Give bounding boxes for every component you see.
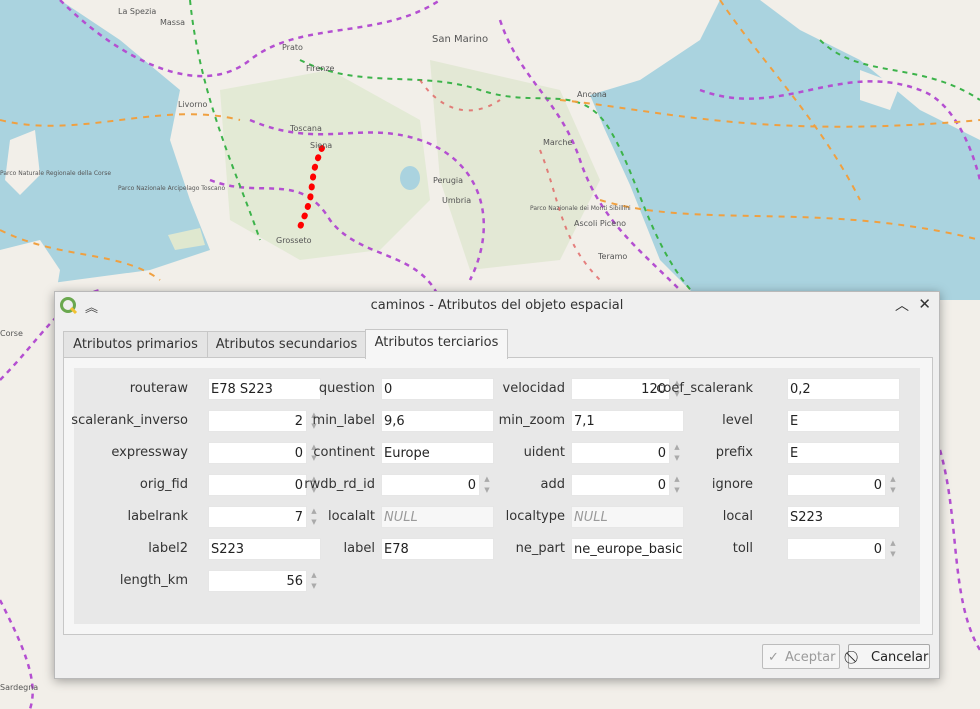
map-label: Ancona — [577, 90, 607, 99]
label-label2: label2 — [148, 541, 188, 556]
label-continent: continent — [313, 445, 375, 460]
map-label: Teramo — [597, 252, 627, 261]
label-rwdb-rd-id: rwdb_rd_id — [304, 477, 375, 492]
map-label: Perugia — [433, 176, 463, 185]
map-label: Siena — [310, 141, 332, 150]
field-local[interactable]: S223 — [787, 506, 900, 528]
label-label: label — [343, 541, 375, 556]
map-label: Corse — [0, 329, 23, 338]
map-label: Toscana — [289, 124, 322, 133]
map-label: Massa — [160, 18, 185, 27]
label-coef-scalerank: coef_scalerank — [656, 381, 753, 396]
cancel-button[interactable]: ⃠ Cancelar — [848, 644, 930, 669]
spin-arrows-icon[interactable]: ▲ ▼ — [888, 474, 898, 496]
map-label: Umbria — [442, 196, 471, 205]
label-uident: uident — [523, 445, 565, 460]
cancel-label: Cancelar — [871, 650, 929, 665]
feature-attributes-dialog: ︽ caminos - Atributos del objeto espacia… — [54, 291, 940, 679]
map-label: Parco Nazionale dei Monti Sibillini — [530, 205, 631, 212]
map-label: Marche — [543, 138, 572, 147]
map-label: Grosseto — [276, 236, 312, 245]
shade-window-icon[interactable]: ︿ — [895, 295, 909, 315]
map-label: Sardegna — [0, 683, 38, 692]
label-localtype: localtype — [505, 509, 565, 524]
map-label: San Marino — [432, 34, 488, 45]
label-scalerank-inverso: scalerank_inverso — [71, 413, 188, 428]
ok-label: Aceptar — [785, 650, 836, 665]
tab-atributos-secundarios[interactable]: Atributos secundarios — [207, 331, 366, 358]
field-coef-scalerank[interactable]: 0,2 — [787, 378, 900, 400]
map-label: Parco Nazionale Arcipelago Toscano — [118, 185, 225, 192]
map-label: La Spezia — [118, 7, 156, 16]
label-localalt: localalt — [328, 509, 375, 524]
label-question: question — [318, 381, 375, 396]
map-label: Firenze — [306, 64, 335, 73]
label-expressway: expressway — [111, 445, 188, 460]
spinbox-toll[interactable]: 0 — [787, 538, 886, 560]
label-prefix: prefix — [715, 445, 753, 460]
label-labelrank: labelrank — [127, 509, 188, 524]
label-toll: toll — [732, 541, 753, 556]
label-routeraw: routeraw — [129, 381, 188, 396]
attribute-form: routeraw E78 S223 question 0 velocidad 120 ▲ ▼ c… — [71, 368, 920, 624]
label-local: local — [722, 509, 753, 524]
spinbox-length-km[interactable]: 56 — [208, 570, 307, 592]
checkmark-icon: ✓ — [768, 650, 779, 665]
spin-arrows-icon[interactable]: ▲ ▼ — [888, 538, 898, 560]
field-prefix[interactable]: E — [787, 442, 900, 464]
label-ne-part: ne_part — [515, 541, 565, 556]
label-length-km: length_km — [119, 573, 188, 588]
map-label: Livorno — [178, 100, 208, 109]
label-level: level — [722, 413, 753, 428]
tab-atributos-primarios[interactable]: Atributos primarios — [63, 331, 208, 358]
spinbox-ignore[interactable]: 0 — [787, 474, 886, 496]
map-label: Parco Naturale Regionale della Corse — [0, 170, 111, 177]
label-orig-fid: orig_fid — [139, 477, 188, 492]
spin-arrows-icon[interactable]: ▲ ▼ — [309, 570, 319, 592]
map-label: Ascoli Piceno — [574, 219, 626, 228]
ok-button[interactable]: ✓ Aceptar — [762, 644, 840, 669]
title-bar[interactable]: ︽ caminos - Atributos del objeto espacia… — [55, 292, 939, 320]
label-min-label: min_label — [312, 413, 375, 428]
label-add: add — [540, 477, 565, 492]
window-title: caminos - Atributos del objeto espacial — [370, 298, 624, 313]
label-velocidad: velocidad — [502, 381, 566, 396]
close-icon[interactable]: ✕ — [918, 295, 931, 313]
field-level[interactable]: E — [787, 410, 900, 432]
map-label: Prato — [282, 43, 303, 52]
tab-panel: routeraw E78 S223 question 0 velocidad 120 ▲ ▼ c… — [63, 357, 933, 635]
tab-atributos-terciarios[interactable]: Atributos terciarios — [365, 329, 508, 359]
label-ignore: ignore — [711, 477, 753, 492]
label-min-zoom: min_zoom — [498, 413, 565, 428]
